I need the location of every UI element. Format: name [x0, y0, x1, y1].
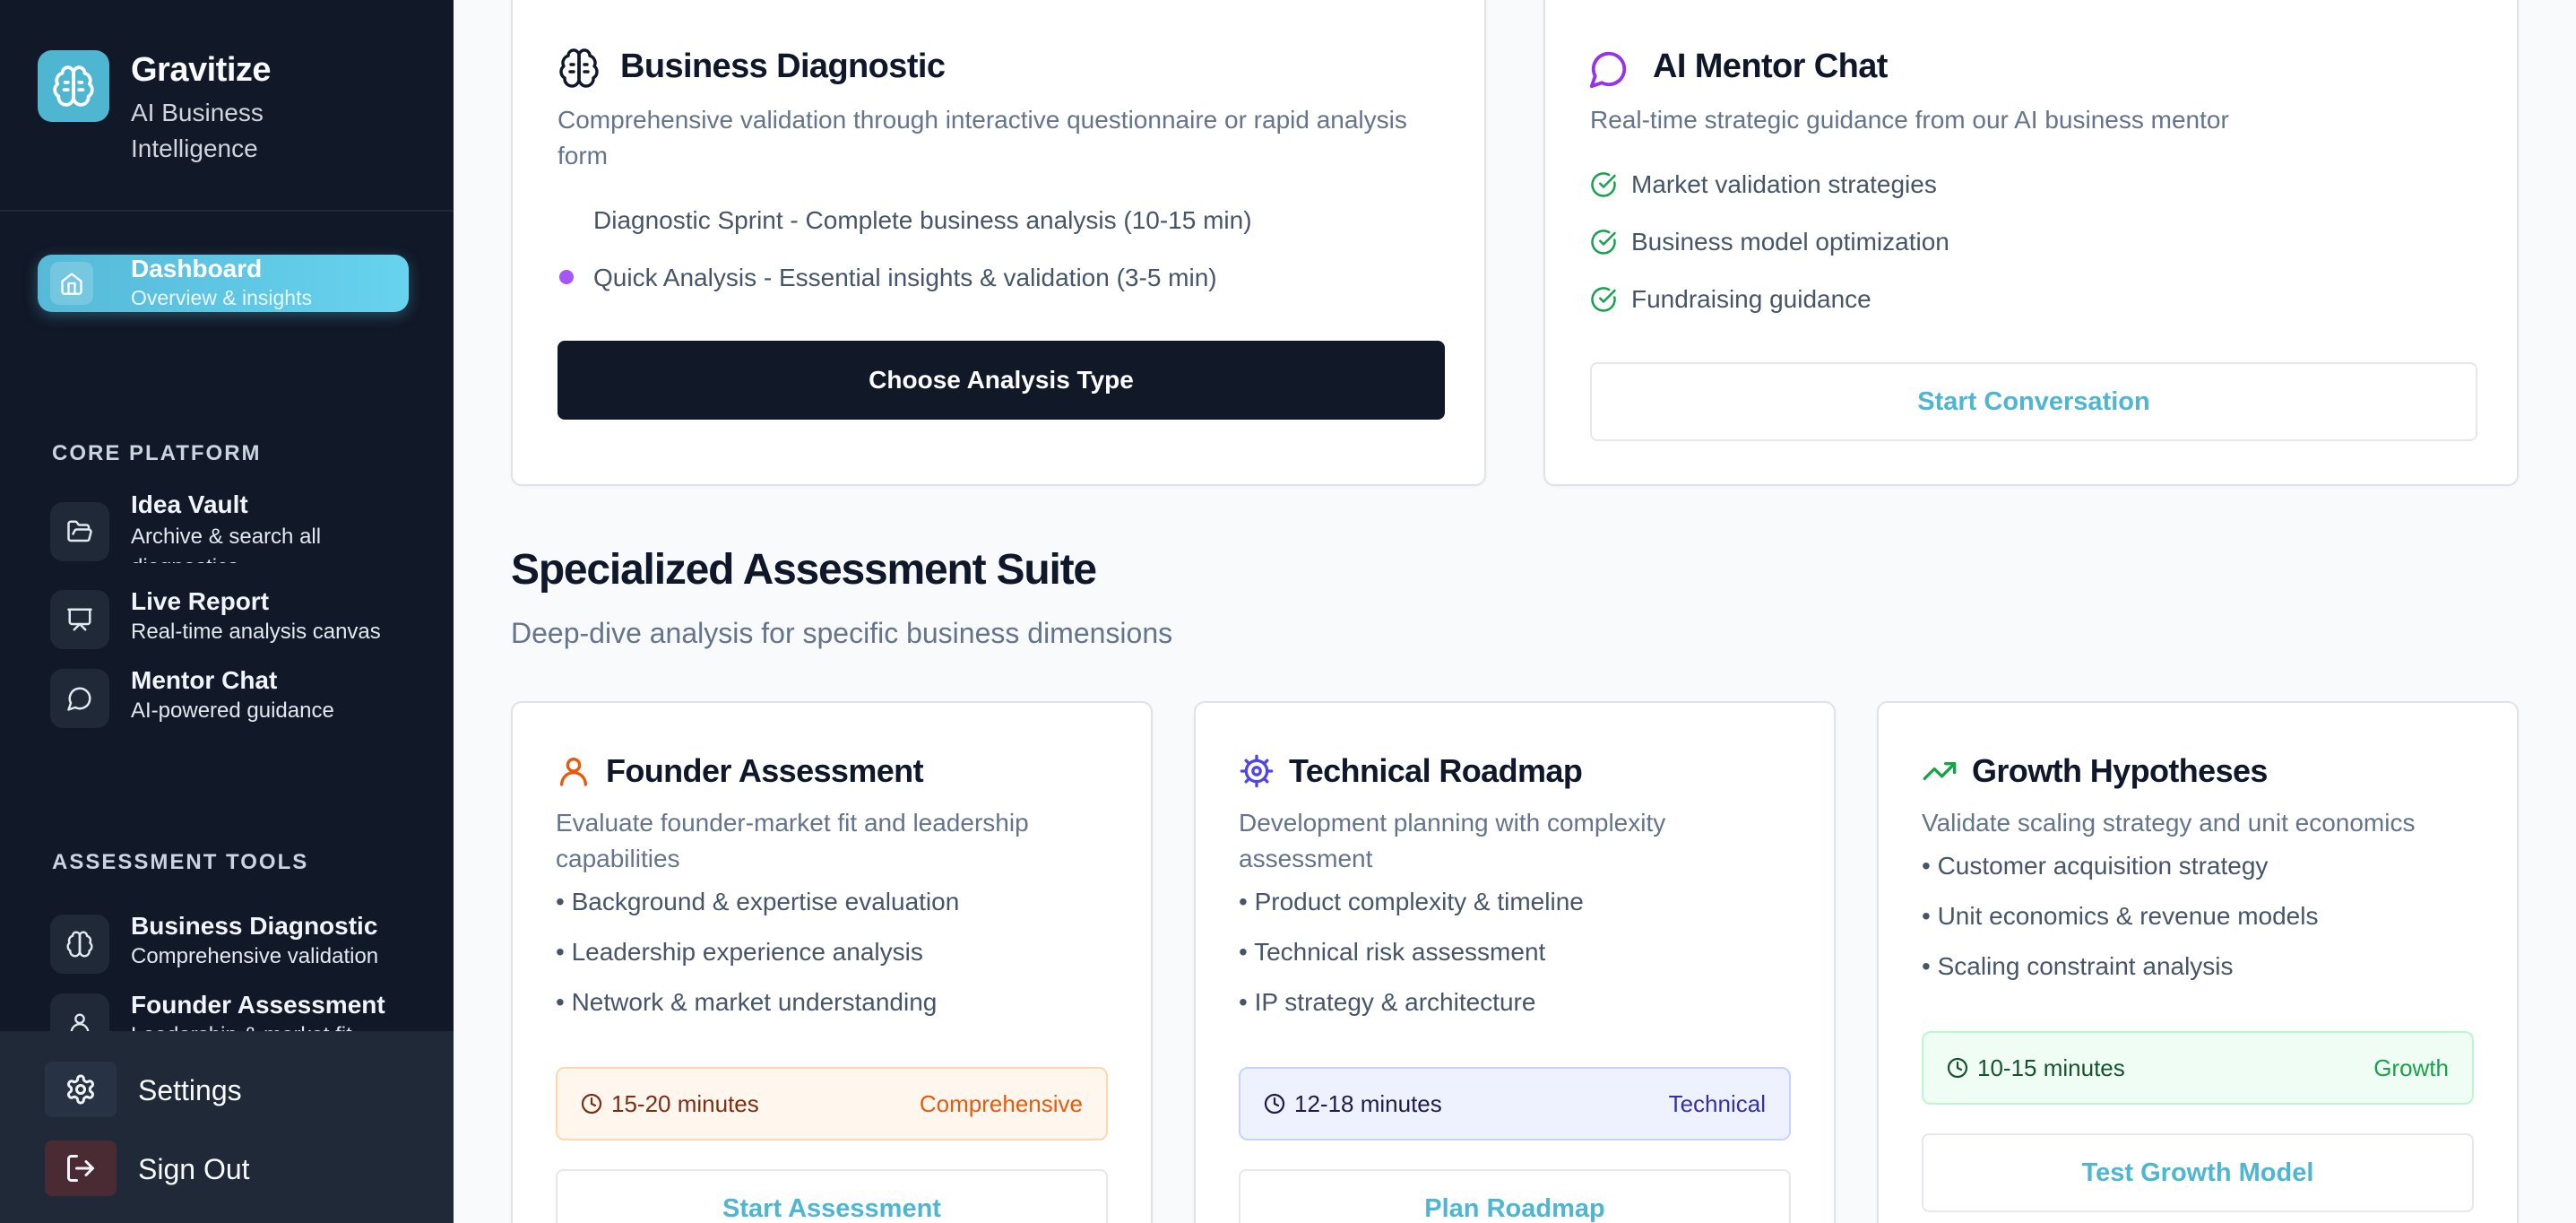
feature-item: • Customer acquisition strategy [1922, 852, 2269, 880]
category-tag: Technical [1668, 1089, 1766, 1117]
brain-icon [38, 50, 109, 122]
brand[interactable]: Gravitize AI Business Intelligence [38, 50, 310, 167]
sign-out-label: Sign Out [138, 1153, 250, 1185]
ai-mentor-chat-card: AI Mentor Chat Real-time strategic guida… [1543, 0, 2519, 486]
sidebar-divider [0, 210, 454, 212]
sidebar-item-sublabel: AI-powered guidance [131, 698, 334, 723]
sign-out-button[interactable]: Sign Out [45, 1141, 403, 1200]
feature-item: Fundraising guidance [1590, 283, 1871, 316]
sidebar-item-label: Live Report [131, 587, 270, 615]
check-circle-icon [1591, 287, 1616, 312]
test-growth-model-button[interactable]: Test Growth Model [1922, 1133, 2474, 1212]
selected-dot-indicator [559, 270, 574, 284]
card-title: Technical Roadmap [1289, 752, 1583, 789]
gear-icon [45, 1062, 117, 1117]
option-quick-analysis[interactable]: Quick Analysis - Essential insights & va… [593, 262, 1217, 294]
section-title: Specialized Assessment Suite [511, 546, 1097, 594]
feature-item: • Background & expertise evaluation [556, 888, 960, 915]
clock-icon [581, 1093, 602, 1115]
clock-icon [1264, 1093, 1285, 1115]
section-subtitle: Deep-dive analysis for specific business… [511, 617, 1173, 649]
feature-item: Business model optimization [1590, 226, 1949, 258]
clock-icon [1947, 1057, 1968, 1079]
feature-label: Market validation strategies [1631, 170, 1937, 198]
category-tag: Growth [2373, 1054, 2449, 1081]
section-label-assessment-tools: ASSESSMENT TOOLS [52, 850, 309, 874]
sidebar-item-dashboard[interactable]: Dashboard Overview & insights [38, 255, 409, 312]
sidebar-item-business-diagnostic[interactable]: Business Diagnostic Comprehensive valida… [50, 907, 427, 974]
feature-item: • Scaling constraint analysis [1922, 952, 2234, 980]
brain-icon [558, 47, 601, 94]
sidebar-item-idea-vault[interactable]: Idea Vault Archive & search all diagnost… [50, 493, 427, 563]
feature-item: • Product complexity & timeline [1239, 888, 1584, 915]
sidebar-footer: Settings Sign Out [0, 1031, 454, 1223]
growth-hypotheses-card: Growth Hypotheses Validate scaling strat… [1877, 701, 2519, 1223]
feature-item: • Leadership experience analysis [556, 938, 923, 966]
card-description: Development planning with complexity ass… [1239, 809, 1666, 872]
sidebar-item-sublabel: Real-time analysis canvas [131, 620, 381, 644]
sidebar-item-label: Mentor Chat [131, 666, 278, 694]
folder-open-icon [50, 502, 109, 561]
message-circle-icon [1588, 48, 1629, 94]
feature-item: • Network & market understanding [556, 988, 938, 1016]
home-icon [50, 262, 93, 305]
message-circle-icon [50, 669, 109, 728]
feature-item: • Technical risk assessment [1239, 938, 1546, 966]
card-description: Comprehensive validation through interac… [558, 106, 1407, 169]
sidebar: Gravitize AI Business Intelligence Dashb… [0, 0, 454, 1223]
sidebar-item-label: Idea Vault [131, 493, 248, 518]
brand-name: Gravitize [131, 51, 272, 89]
sidebar-item-sublabel: Overview & insights [131, 286, 312, 309]
feature-item: • Unit economics & revenue models [1922, 902, 2319, 930]
sidebar-item-label: Dashboard [131, 255, 263, 282]
log-out-icon [45, 1141, 117, 1196]
technical-roadmap-card: Technical Roadmap Development planning w… [1194, 701, 1836, 1223]
feature-label: Business model optimization [1631, 228, 1949, 256]
card-description: Evaluate founder-market fit and leadersh… [556, 809, 1029, 872]
check-circle-icon [1591, 230, 1616, 255]
feature-item: Market validation strategies [1590, 169, 1937, 201]
feature-label: Fundraising guidance [1631, 285, 1871, 313]
card-description: Real-time strategic guidance from our AI… [1590, 106, 2229, 134]
start-conversation-button[interactable]: Start Conversation [1590, 362, 2477, 441]
card-title: Business Diagnostic [620, 48, 946, 85]
duration-label: 10-15 minutes [1977, 1054, 2125, 1081]
cog-icon [1239, 753, 1275, 794]
sidebar-item-sublabel: Comprehensive validation [131, 944, 379, 968]
sidebar-item-sublabel: Archive & search all diagnostics [131, 525, 322, 563]
feature-item: • IP strategy & architecture [1239, 988, 1536, 1016]
choose-analysis-type-button[interactable]: Choose Analysis Type [558, 341, 1445, 420]
sidebar-item-label: Business Diagnostic [131, 912, 378, 940]
plan-roadmap-button[interactable]: Plan Roadmap [1239, 1169, 1791, 1223]
sidebar-item-live-report[interactable]: Live Report Real-time analysis canvas [50, 583, 427, 649]
card-title: Growth Hypotheses [1972, 752, 2268, 789]
check-circle-icon [1591, 172, 1616, 197]
founder-assessment-card: Founder Assessment Evaluate founder-mark… [511, 701, 1153, 1223]
core-platform-scroll-clip: Idea Vault Archive & search all diagnost… [0, 493, 454, 563]
start-assessment-button[interactable]: Start Assessment [556, 1169, 1108, 1223]
option-diagnostic-sprint[interactable]: Diagnostic Sprint - Complete business an… [593, 204, 1252, 237]
business-diagnostic-card: Business Diagnostic Comprehensive valida… [511, 0, 1486, 486]
duration-badge: 12-18 minutes Technical [1239, 1067, 1791, 1141]
trending-up-icon [1922, 753, 1958, 794]
card-title: AI Mentor Chat [1653, 48, 1888, 85]
sidebar-item-mentor-chat[interactable]: Mentor Chat AI-powered guidance [50, 662, 427, 728]
brain-icon [50, 915, 109, 974]
settings-label: Settings [138, 1074, 242, 1106]
duration-label: 12-18 minutes [1294, 1089, 1442, 1117]
presentation-icon [50, 590, 109, 649]
settings-button[interactable]: Settings [45, 1062, 403, 1121]
brand-subtitle: AI Business Intelligence [131, 99, 264, 162]
section-label-core-platform: CORE PLATFORM [52, 441, 262, 465]
user-icon [556, 753, 592, 794]
duration-badge: 10-15 minutes Growth [1922, 1031, 2474, 1105]
duration-label: 15-20 minutes [611, 1089, 759, 1117]
category-tag: Comprehensive [919, 1089, 1083, 1117]
card-title: Founder Assessment [606, 752, 924, 789]
duration-badge: 15-20 minutes Comprehensive [556, 1067, 1108, 1141]
sidebar-item-label: Founder Assessment [131, 991, 385, 1019]
card-description: Validate scaling strategy and unit econo… [1922, 809, 2416, 837]
